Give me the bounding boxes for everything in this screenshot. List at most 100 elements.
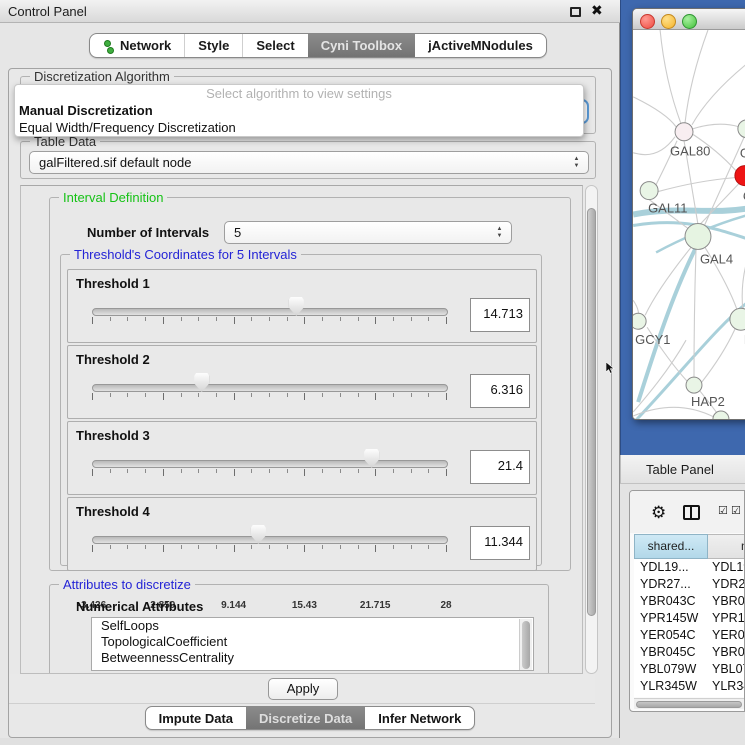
table-row[interactable]: YBR045CYBR045C bbox=[634, 644, 745, 661]
tick-mark bbox=[216, 545, 217, 549]
attribute-item[interactable]: BetweennessCentrality bbox=[92, 650, 533, 666]
attribute-item[interactable]: TopologicalCoefficient bbox=[92, 634, 533, 650]
table-row[interactable]: YDL19...YDL19... bbox=[634, 559, 745, 576]
attribute-item[interactable]: SelfLoops bbox=[92, 618, 533, 634]
tick-mark bbox=[127, 393, 128, 397]
table-data-combo-value: galFiltered.sif default node bbox=[39, 155, 191, 170]
cell-name[interactable]: YER054C bbox=[708, 627, 745, 644]
tick-mark bbox=[269, 317, 270, 321]
cell-name[interactable]: YIL052C bbox=[708, 695, 745, 697]
split-columns-icon[interactable] bbox=[683, 505, 700, 520]
threshold-panel: Threshold 1 -3.4262.8599.14415.4321.7152… bbox=[67, 269, 537, 343]
table-row[interactable]: YDR27...YDR27... bbox=[634, 576, 745, 593]
tab-discretize-data[interactable]: Discretize Data bbox=[246, 707, 365, 729]
tick-mark bbox=[375, 545, 376, 552]
control-panel: Control Panel ✖ Network StyleSelectCyni T… bbox=[0, 0, 620, 745]
table-row[interactable]: YBR043CYBR043C bbox=[634, 593, 745, 610]
node-gal11[interactable] bbox=[640, 182, 658, 200]
threshold-slider-track[interactable] bbox=[92, 384, 448, 392]
cell-name[interactable]: YPR145W bbox=[708, 610, 745, 627]
node-gal4[interactable] bbox=[685, 224, 711, 250]
tick-mark bbox=[358, 393, 359, 397]
tab-label: Network bbox=[120, 38, 171, 53]
node-h[interactable] bbox=[730, 308, 745, 330]
tab-jactivemnodules[interactable]: jActiveMNodules bbox=[415, 34, 546, 57]
threshold-panel: Threshold 2 -3.4262.8599.14415.4321.7152… bbox=[67, 345, 537, 419]
column-header-shared-name[interactable]: shared... bbox=[634, 534, 708, 559]
table-row[interactable]: YIL052CYIL052C bbox=[634, 695, 745, 697]
node-ga[interactable] bbox=[738, 120, 745, 138]
cell-shared-name[interactable]: YER054C bbox=[634, 627, 708, 644]
table-row[interactable]: YER054CYER054C bbox=[634, 627, 745, 644]
table-row[interactable]: YBL079WYBL079W bbox=[634, 661, 745, 678]
cell-shared-name[interactable]: YBR043C bbox=[634, 593, 708, 610]
list-scrollbar[interactable] bbox=[519, 619, 532, 671]
threshold-value-field[interactable]: 21.4 bbox=[470, 450, 530, 484]
tick-mark bbox=[163, 393, 164, 400]
threshold-slider-track[interactable] bbox=[92, 536, 448, 544]
cell-name[interactable]: YBR043C bbox=[708, 593, 745, 610]
tick-mark bbox=[322, 545, 323, 549]
cell-shared-name[interactable]: YPR145W bbox=[634, 610, 708, 627]
node-gal80[interactable] bbox=[675, 123, 693, 141]
list-scrollbar-thumb[interactable] bbox=[522, 621, 530, 669]
cell-name[interactable]: YDL19... bbox=[708, 559, 745, 576]
apply-button[interactable]: Apply bbox=[268, 678, 338, 700]
settings-scrollbar[interactable] bbox=[585, 185, 598, 674]
gear-icon[interactable]: ⚙ bbox=[651, 504, 666, 521]
cell-name[interactable]: YLR345W bbox=[708, 678, 745, 695]
tab-select[interactable]: Select bbox=[242, 34, 307, 57]
cell-shared-name[interactable]: YDR27... bbox=[634, 576, 708, 593]
cell-shared-name[interactable]: YBR045C bbox=[634, 644, 708, 661]
tick-mark bbox=[287, 545, 288, 549]
tick-mark bbox=[340, 393, 341, 397]
table-hscrollbar[interactable] bbox=[634, 698, 745, 709]
cell-shared-name[interactable]: YBL079W bbox=[634, 661, 708, 678]
float-window-icon[interactable] bbox=[570, 7, 581, 17]
mac-zoom-icon[interactable] bbox=[682, 14, 697, 29]
tick-mark bbox=[181, 317, 182, 321]
tab-infer-network[interactable]: Infer Network bbox=[365, 707, 474, 729]
cell-shared-name[interactable]: YLR345W bbox=[634, 678, 708, 695]
node-hap2[interactable] bbox=[686, 377, 702, 393]
settings-scrollbar-thumb[interactable] bbox=[587, 208, 596, 616]
cell-name[interactable]: YBL079W bbox=[708, 661, 745, 678]
checkbox-icon[interactable]: ☑ bbox=[731, 506, 741, 517]
threshold-value-field[interactable]: 14.713 bbox=[470, 298, 530, 332]
cell-name[interactable]: YDR27... bbox=[708, 576, 745, 593]
tab-style[interactable]: Style bbox=[184, 34, 242, 57]
table-row[interactable]: YLR345WYLR345W bbox=[634, 678, 745, 695]
table-hscrollbar-thumb[interactable] bbox=[636, 701, 742, 708]
mac-close-icon[interactable] bbox=[640, 14, 655, 29]
threshold-slider-track[interactable] bbox=[92, 460, 448, 468]
num-intervals-combo[interactable]: 5 ▲▼ bbox=[224, 221, 512, 244]
table-row[interactable]: YPR145WYPR145W bbox=[634, 610, 745, 627]
tab-impute-data[interactable]: Impute Data bbox=[146, 707, 246, 729]
network-graph-icon bbox=[103, 39, 114, 53]
dropdown-option-equal-width[interactable]: Equal Width/Frequency Discretization bbox=[15, 119, 583, 136]
node-selected-red[interactable] bbox=[735, 166, 745, 186]
tick-mark bbox=[393, 469, 394, 473]
threshold-value-field[interactable]: 6.316 bbox=[470, 374, 530, 408]
apply-row: Apply bbox=[9, 674, 595, 704]
control-panel-titlebar: Control Panel ✖ bbox=[0, 0, 620, 23]
table-data-combo[interactable]: galFiltered.sif default node ▲▼ bbox=[29, 151, 589, 174]
node-bottom-partial[interactable] bbox=[713, 411, 729, 420]
node-gcy1[interactable] bbox=[633, 313, 646, 329]
cell-name[interactable]: YBR045C bbox=[708, 644, 745, 661]
close-icon[interactable]: ✖ bbox=[591, 2, 603, 19]
dropdown-option-manual[interactable]: Manual Discretization bbox=[15, 102, 583, 119]
threshold-value-field[interactable]: 11.344 bbox=[470, 526, 530, 560]
tick-mark bbox=[251, 393, 252, 397]
checkbox-icon[interactable]: ☑ bbox=[718, 506, 728, 517]
cell-shared-name[interactable]: YDL19... bbox=[634, 559, 708, 576]
threshold-slider-track[interactable] bbox=[92, 308, 448, 316]
column-header-name[interactable]: name bbox=[708, 534, 745, 559]
mac-minimize-icon[interactable] bbox=[661, 14, 676, 29]
numerical-attributes-list[interactable]: SelfLoopsTopologicalCoefficientBetweenne… bbox=[91, 617, 534, 671]
network-canvas[interactable]: GAL80 GA GAL11 GAL4 GCY1 H HAP2 C bbox=[633, 30, 745, 420]
cell-shared-name[interactable]: YIL052C bbox=[634, 695, 708, 697]
tab-cyni-toolbox[interactable]: Cyni Toolbox bbox=[308, 34, 415, 57]
network-view-window[interactable]: GAL80 GA GAL11 GAL4 GCY1 H HAP2 C bbox=[632, 8, 745, 420]
tab-network[interactable]: Network bbox=[90, 34, 184, 57]
